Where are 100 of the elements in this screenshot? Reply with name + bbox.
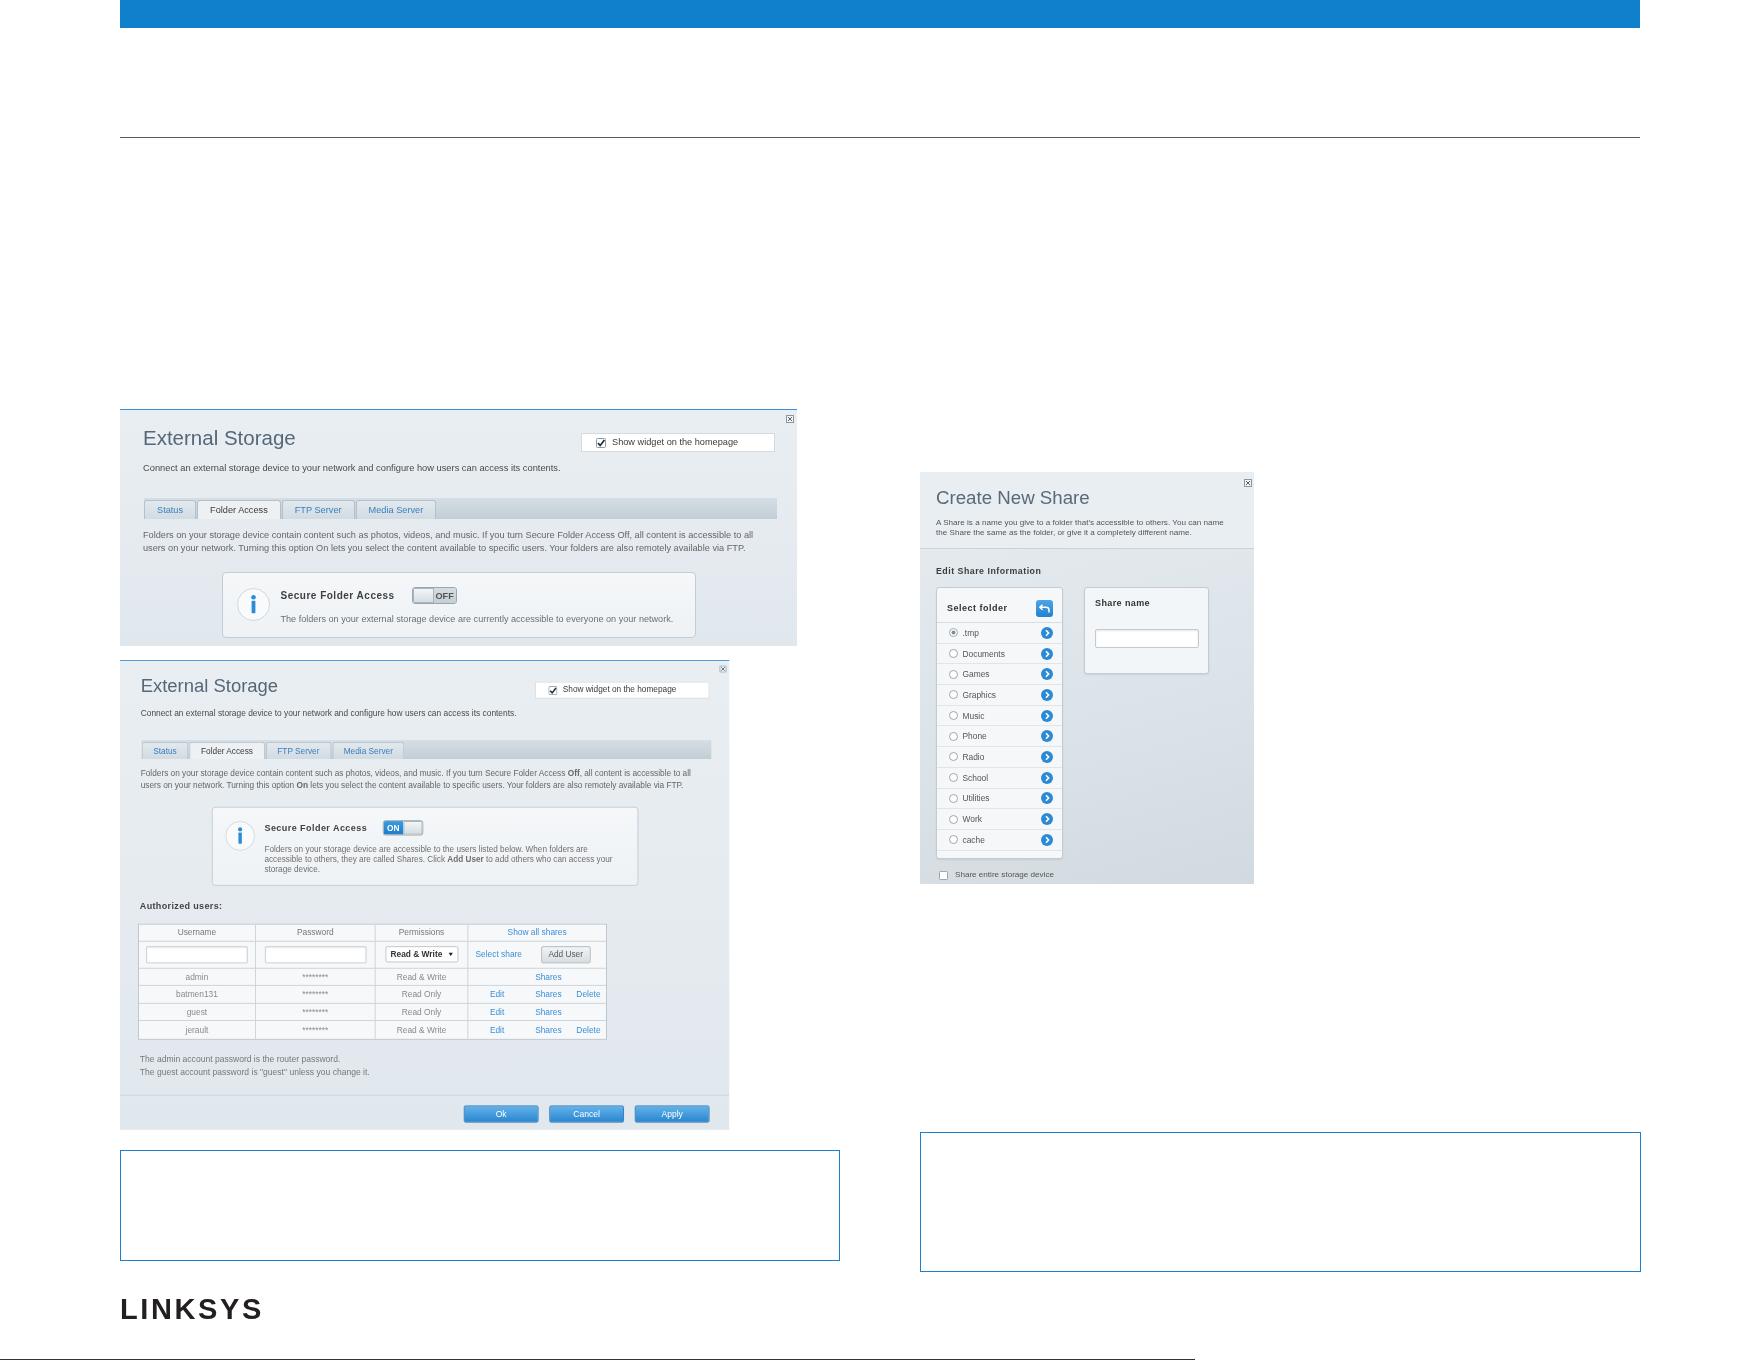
- caret-icon: [448, 952, 453, 957]
- dialog-description: Connect an external storage device to your network and configure how users can access its contents.: [143, 462, 562, 474]
- delete-link[interactable]: Delete: [576, 989, 601, 999]
- edit-link[interactable]: Edit: [489, 1025, 505, 1035]
- section-heading: Authorized users:: [139, 900, 223, 912]
- folder-name[interactable]: Phone: [962, 731, 1041, 742]
- widget-option[interactable]: Show widget on the homepage: [534, 681, 710, 699]
- chevron-right-icon[interactable]: [1041, 771, 1053, 784]
- checkbox[interactable]: [548, 685, 558, 695]
- dialog-button[interactable]: Cancel: [549, 1105, 624, 1123]
- shares-link[interactable]: Shares: [535, 972, 562, 982]
- chevron-right-icon[interactable]: [1041, 833, 1053, 846]
- table-cell: ********: [255, 1003, 376, 1021]
- folder-name[interactable]: Graphics: [962, 689, 1041, 700]
- table-cell: Read & Write: [375, 968, 469, 986]
- setting-title: Secure Folder Access: [264, 822, 368, 833]
- delete-link[interactable]: Delete: [576, 1025, 601, 1035]
- folder-name[interactable]: .tmp: [962, 627, 1041, 638]
- panel-heading: Select folder: [947, 603, 1008, 613]
- logo: LINKSYS: [120, 1299, 264, 1320]
- folder-name[interactable]: Games: [962, 669, 1041, 680]
- tab[interactable]: Status: [141, 741, 189, 759]
- table-cell: guest: [138, 1003, 256, 1021]
- dialog-title: Create New Share: [936, 487, 1091, 509]
- edit-link[interactable]: Edit: [489, 989, 505, 999]
- toggle-switch[interactable]: OFF: [411, 587, 457, 604]
- radio-button[interactable]: [948, 690, 958, 700]
- checkbox[interactable]: [596, 437, 606, 448]
- dialog-title: External Storage: [140, 675, 280, 697]
- chevron-right-icon[interactable]: [1041, 709, 1053, 722]
- radio-button[interactable]: [948, 731, 958, 741]
- tab[interactable]: FTP Server: [265, 741, 332, 759]
- shares-link[interactable]: Shares: [535, 989, 562, 999]
- folder-name[interactable]: cache: [962, 834, 1041, 845]
- close-icon[interactable]: [786, 415, 794, 423]
- folder-name[interactable]: Music: [962, 710, 1041, 721]
- show-all-shares-link[interactable]: Show all shares: [507, 927, 567, 937]
- return-arrow-icon: [1039, 603, 1050, 613]
- section-heading: Edit Share Information: [936, 565, 1042, 577]
- dialog-button[interactable]: Apply: [634, 1105, 710, 1123]
- chevron-right-icon[interactable]: [1041, 730, 1053, 743]
- chevron-right-icon[interactable]: [1041, 792, 1053, 805]
- table-cell: admin: [138, 968, 256, 986]
- field-label: Share name: [1095, 598, 1151, 609]
- checkbox-label: Share entire storage device: [955, 870, 1054, 880]
- input-field[interactable]: [1095, 629, 1199, 648]
- edit-link[interactable]: Edit: [489, 1007, 505, 1017]
- tab[interactable]: FTP Server: [281, 500, 355, 519]
- setting-title: Secure Folder Access: [280, 590, 395, 601]
- checkbox[interactable]: [939, 870, 948, 880]
- intro-paragraph: Folders on your storage device contain content such as photos, videos, and music. If you turn Secure Folder Access Off, all content is accessible to all users on your network. Turning this option On lets you select the content available to specific users. Your folders are also remotely available via FTP.: [140, 767, 692, 791]
- table-cell: ********: [255, 1020, 376, 1039]
- folder-name[interactable]: Documents: [962, 648, 1041, 659]
- radio-button[interactable]: [948, 773, 958, 783]
- input-field[interactable]: [264, 945, 367, 963]
- table-cell: Read Only: [375, 985, 469, 1004]
- widget-option[interactable]: Show widget on the homepage: [581, 433, 775, 452]
- widget-option-label: Show widget on the homepage: [612, 437, 739, 448]
- tab[interactable]: Media Server: [332, 741, 405, 759]
- tab[interactable]: Folder Access: [189, 741, 265, 759]
- close-icon[interactable]: [1244, 479, 1252, 487]
- close-icon[interactable]: [719, 665, 727, 673]
- dialog-button[interactable]: Ok: [463, 1105, 539, 1123]
- tab[interactable]: Media Server: [355, 500, 437, 519]
- radio-button[interactable]: [948, 793, 958, 803]
- folder-name[interactable]: Radio: [962, 751, 1041, 762]
- radio-button[interactable]: [948, 628, 958, 638]
- chevron-right-icon[interactable]: [1041, 750, 1053, 763]
- add-user-button[interactable]: Add User: [540, 945, 591, 963]
- folder-name[interactable]: School: [962, 772, 1041, 783]
- info-message: The folders on your external storage device are currently accessible to everyone on your network.: [280, 613, 675, 625]
- radio-button[interactable]: [948, 752, 958, 762]
- toggle-switch[interactable]: ON: [382, 820, 423, 836]
- chevron-right-icon[interactable]: [1041, 626, 1053, 639]
- input-field[interactable]: [146, 945, 248, 963]
- select-share-link[interactable]: Select share: [475, 949, 522, 959]
- permission-select[interactable]: Read & Write: [385, 946, 458, 963]
- radio-button[interactable]: [948, 835, 958, 845]
- shares-link[interactable]: Shares: [535, 1007, 562, 1017]
- switch-knob: [403, 821, 423, 835]
- folder-name[interactable]: Utilities: [962, 793, 1041, 804]
- radio-button[interactable]: [948, 649, 958, 659]
- chevron-right-icon[interactable]: [1041, 813, 1053, 826]
- radio-button[interactable]: [948, 669, 958, 679]
- table-cell: ********: [255, 968, 376, 986]
- chevron-right-icon[interactable]: [1041, 688, 1053, 701]
- chevron-right-icon[interactable]: [1041, 668, 1053, 681]
- footnote-text: The admin account password is the router password.: [139, 1052, 341, 1066]
- switch-knob: [412, 588, 434, 603]
- radio-button[interactable]: [948, 814, 958, 824]
- dialog-description: Connect an external storage device to your network and configure how users can access its contents.: [140, 708, 518, 719]
- info-icon: [236, 588, 270, 621]
- tab[interactable]: Status: [144, 500, 197, 519]
- back-button[interactable]: [1036, 599, 1053, 617]
- column-header: Password: [255, 924, 376, 942]
- shares-link[interactable]: Shares: [535, 1025, 562, 1035]
- folder-name[interactable]: Work: [962, 814, 1041, 825]
- radio-button[interactable]: [948, 711, 958, 721]
- tab[interactable]: Folder Access: [197, 500, 281, 519]
- chevron-right-icon[interactable]: [1041, 647, 1053, 660]
